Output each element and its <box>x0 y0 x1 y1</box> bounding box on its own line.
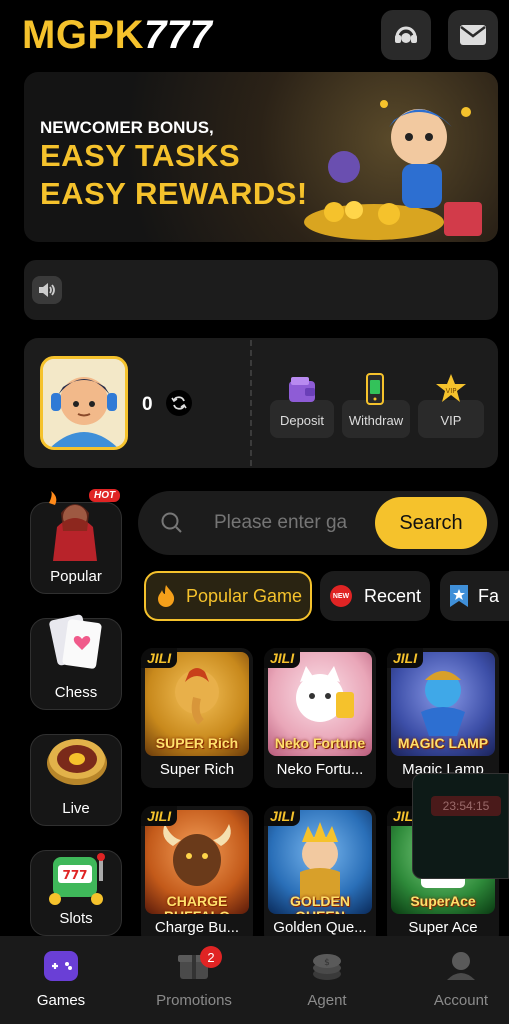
refresh-icon <box>171 396 187 410</box>
phone-cash-icon <box>366 373 384 405</box>
nav-label: Agent <box>307 992 347 1009</box>
category-live[interactable]: Live <box>30 734 122 826</box>
search-icon <box>161 512 182 533</box>
slot-machine-icon: 777 <box>49 853 105 905</box>
svg-text:VIP: VIP <box>445 387 456 395</box>
cards-icon <box>49 614 102 669</box>
game-art-title: Neko Fortune <box>274 735 366 751</box>
customer-service-button[interactable] <box>381 10 431 60</box>
game-art-title: SUPER Rich <box>155 735 239 751</box>
game-name: Charge Bu... <box>154 919 240 936</box>
banner-line1: NEWCOMER BONUS, <box>40 118 214 137</box>
game-card[interactable]: GOLDEN QUEEN JILI Golden Que... <box>264 806 376 946</box>
game-name: Super Rich <box>159 761 235 778</box>
withdraw-label: Withdraw <box>348 413 404 428</box>
game-name: Neko Fortu... <box>276 761 364 778</box>
tab-label: Recent <box>364 585 422 606</box>
nav-account[interactable]: Account <box>406 946 509 1016</box>
nav-agent[interactable]: $ Agent <box>272 946 382 1016</box>
mail-icon <box>460 25 486 45</box>
tab-recent[interactable]: NEW Recent <box>320 571 430 621</box>
banner-line3: EASY REWARDS! <box>40 176 308 211</box>
wallet-icon <box>289 377 315 402</box>
tab-label: Fa <box>478 585 500 606</box>
provider-badge: JILI <box>264 806 301 826</box>
vip-label: VIP <box>440 413 462 428</box>
category-chess[interactable]: Chess <box>30 614 122 710</box>
category-label: Slots <box>59 910 93 927</box>
announcement-bar <box>24 260 498 320</box>
logo-text-part1: MGPK <box>22 13 144 57</box>
bookmark-star-icon <box>450 585 468 607</box>
star-icon: VIP <box>436 374 466 402</box>
category-label: Popular <box>50 568 102 585</box>
new-badge-icon: NEW <box>330 585 352 607</box>
tab-favorites[interactable]: Fa <box>440 571 509 621</box>
nav-games[interactable]: Games <box>6 946 116 1016</box>
provider-badge: JILI <box>141 648 178 668</box>
banner-line2: EASY TASKS <box>40 138 241 173</box>
fire-icon <box>158 585 175 607</box>
game-card[interactable]: Neko Fortune JILI Neko Fortu... <box>264 648 376 788</box>
category-label: Chess <box>54 684 98 701</box>
balance-amount: 0 <box>142 394 153 415</box>
game-card[interactable]: SUPER Rich JILI Super Rich <box>141 648 253 788</box>
speaker-icon <box>32 276 62 304</box>
game-card[interactable]: CHARGE BUFFALO JILI Charge Bu... <box>141 806 253 946</box>
provider-badge: JILI <box>387 648 424 668</box>
provider-badge: JILI <box>141 806 178 826</box>
user-icon <box>442 946 480 984</box>
headset-icon <box>395 26 417 43</box>
category-popular[interactable]: HOT Popular <box>30 489 122 594</box>
svg-text:$: $ <box>324 958 330 968</box>
nav-promotions[interactable]: Promotions <box>139 946 249 1016</box>
category-label: Live <box>62 800 90 817</box>
game-name: Golden Que... <box>273 919 367 936</box>
floating-timer-widget[interactable]: 23:54:15 <box>412 773 509 879</box>
logo-text-part2: 777 <box>144 13 213 57</box>
game-art-title: GOLDEN QUEEN <box>290 893 350 915</box>
category-slots[interactable]: 777 Slots <box>30 850 122 936</box>
timer-text: 23:54:15 <box>431 796 501 816</box>
provider-badge: JILI <box>264 648 301 668</box>
search-input[interactable] <box>212 507 376 539</box>
deposit-label: Deposit <box>279 413 325 428</box>
game-art-title: CHARGE BUFFALO <box>164 893 230 915</box>
banner-character-illustration <box>304 100 482 240</box>
nav-label: Account <box>433 992 489 1009</box>
gamepad-icon <box>42 946 80 984</box>
card-divider <box>250 340 252 466</box>
profile-card: 0 Deposit Withdraw VIP VIP <box>24 338 498 468</box>
svg-text:777: 777 <box>62 868 87 882</box>
promo-banner[interactable]: NEWCOMER BONUS, EASY TASKS EASY REWARDS! <box>24 72 498 242</box>
hot-badge: HOT <box>89 489 121 502</box>
tab-popular-game[interactable]: Popular Game <box>144 571 312 621</box>
avatar[interactable] <box>40 356 128 450</box>
promotions-count-badge: 2 <box>200 946 222 968</box>
game-art-title: SuperAce <box>410 893 476 909</box>
roulette-icon <box>47 739 107 785</box>
app-logo: MGPK777 <box>22 12 212 58</box>
nav-label: Promotions <box>156 992 232 1009</box>
tab-label: Popular Game <box>186 585 303 606</box>
game-name: Super Ace <box>408 919 478 936</box>
search-button[interactable]: Search <box>375 497 487 549</box>
game-card[interactable]: MAGIC LAMP JILI Magic Lamp <box>387 648 499 788</box>
nav-label: Games <box>36 992 86 1009</box>
coin-stack-icon: $ <box>308 946 346 984</box>
refresh-balance-button[interactable] <box>166 390 192 416</box>
messages-button[interactable] <box>448 10 498 60</box>
avatar-image <box>43 359 125 447</box>
game-art-title: MAGIC LAMP <box>397 735 489 751</box>
